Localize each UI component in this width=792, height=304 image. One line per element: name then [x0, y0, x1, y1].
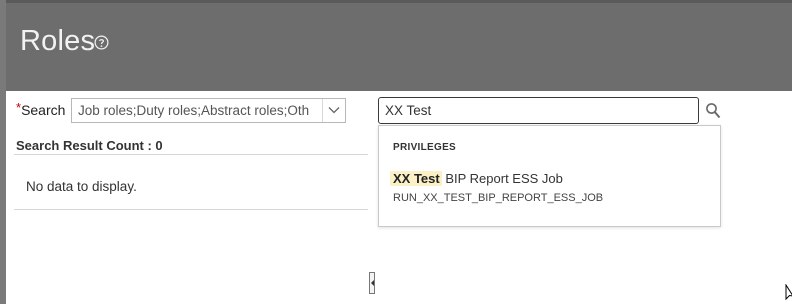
search-result-count: Search Result Count : 0: [16, 138, 163, 153]
chevron-down-icon[interactable]: [328, 105, 340, 115]
search-icon[interactable]: [705, 102, 721, 120]
suggestion-section-header: PRIVILEGES: [393, 142, 457, 153]
search-label-text: Search: [21, 102, 66, 118]
keyword-search-input[interactable]: [378, 97, 699, 124]
results-bottom-divider: [14, 209, 368, 210]
autosuggest-popup: PRIVILEGES XX Test BIP Report ESS Job RU…: [378, 125, 721, 227]
suggestion-name-rest: BIP Report ESS Job: [441, 171, 563, 186]
page-title: Roles: [20, 25, 96, 57]
empty-results-message: No data to display.: [26, 179, 137, 194]
suggestion-match-highlight: XX Test: [390, 171, 442, 186]
help-circle-icon[interactable]: [94, 35, 109, 50]
role-type-value: Job roles;Duty roles;Abstract roles;Oth: [78, 103, 310, 118]
collapse-left-icon[interactable]: [371, 280, 374, 286]
select-divider: [322, 99, 323, 122]
suggestion-item[interactable]: XX Test BIP Report ESS Job RUN_XX_TEST_B…: [390, 171, 716, 209]
suggestion-name: XX Test BIP Report ESS Job: [390, 171, 563, 186]
panel-splitter[interactable]: [369, 272, 375, 294]
required-marker: *: [16, 100, 22, 115]
mouse-cursor-icon: [785, 284, 792, 301]
role-type-select[interactable]: Job roles;Duty roles;Abstract roles;Oth: [71, 98, 346, 123]
suggestion-code: RUN_XX_TEST_BIP_REPORT_ESS_JOB: [393, 192, 604, 204]
page-header: Roles: [6, 3, 792, 91]
results-top-divider: [14, 154, 368, 155]
search-label: *Search: [16, 100, 66, 118]
